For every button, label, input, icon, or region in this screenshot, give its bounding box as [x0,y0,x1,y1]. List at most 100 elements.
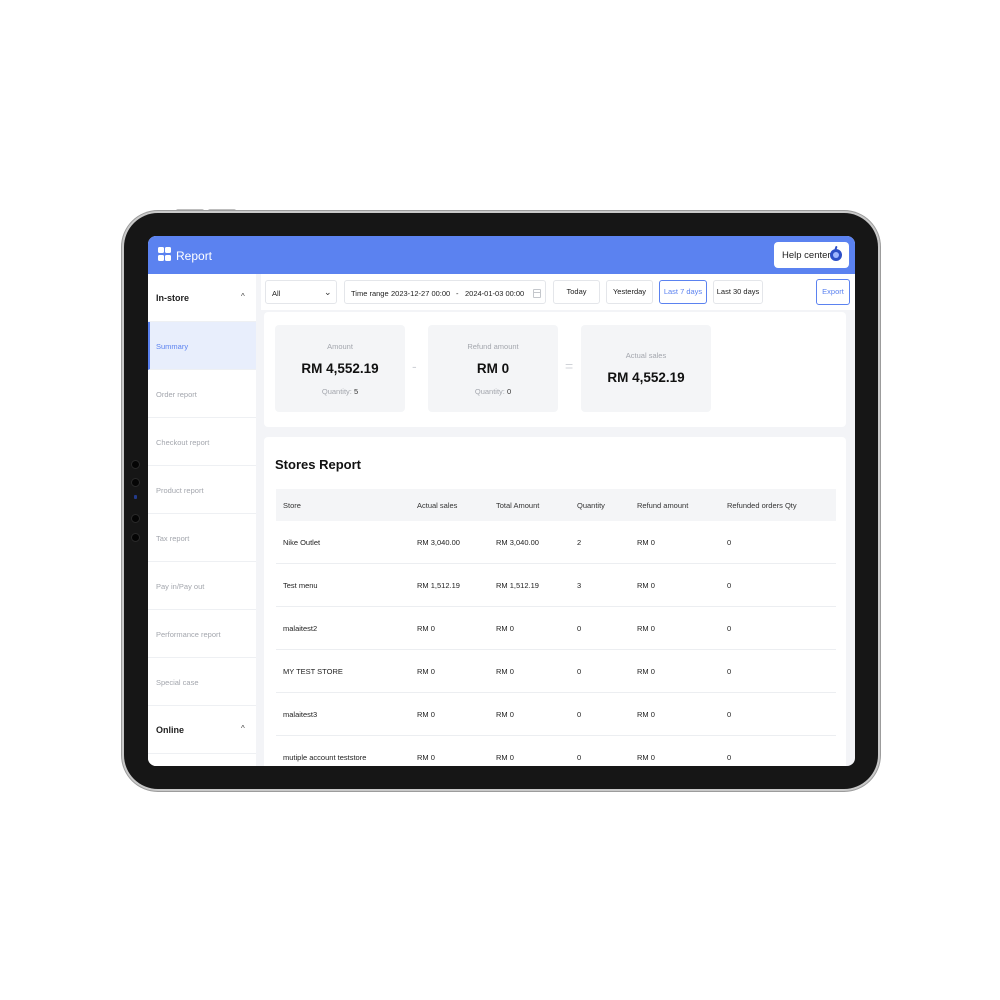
sidebar-item-label: Summary [156,342,189,351]
sidebar-item-label: Performance report [156,630,221,639]
summary-panel: Amount RM 4,552.19 Quantity: 5 - Refund … [264,312,846,427]
table-cell: 0 [727,624,732,633]
table-cell: 0 [727,667,732,676]
sidebar-item-label: Checkout report [156,438,210,447]
today-button[interactable]: Today [553,280,600,304]
sidebar-item-summary[interactable]: Summary [148,322,256,370]
actual-sales-card: Actual sales RM 4,552.19 [581,325,711,412]
table-row[interactable]: Nike Outlet RM 3,040.00 RM 3,040.00 2 RM… [276,521,836,564]
column-header: Refunded orders Qty [727,501,797,510]
camera-dot [131,533,140,542]
table-cell: 0 [577,667,582,676]
camera-dot [131,478,140,487]
amount-label: Amount [327,342,353,351]
table-cell: 0 [577,624,582,633]
store-select-value: All [272,289,281,298]
column-header: Quantity [577,501,605,510]
help-center-button[interactable]: Help center [774,242,849,268]
table-cell: RM 0 [496,753,514,762]
sidebar-item-label: Tax report [156,534,190,543]
sidebar-item-label: Special case [156,678,199,687]
page-title: Report [176,249,213,263]
table-cell: 0 [727,753,732,762]
table-cell: RM 1,512.19 [496,581,539,590]
amount-value: RM 4,552.19 [301,361,379,376]
sidebar-group-in-store[interactable]: In-store ^ [148,274,256,322]
column-header: Total Amount [496,501,540,510]
table-row[interactable]: MY TEST STORE RM 0 RM 0 0 RM 0 0 [276,650,836,693]
time-range-start: 2023-12-27 00:00 [391,289,451,298]
table-row[interactable]: mutiple account teststore RM 0 RM 0 0 RM… [276,736,836,766]
table-cell: RM 0 [496,667,514,676]
table-cell: RM 0 [637,753,655,762]
refund-card: Refund amount RM 0 Quantity: 0 [428,325,558,412]
table-cell: RM 0 [637,667,655,676]
quantity-label: Quantity: [474,387,505,396]
column-header: Actual sales [417,501,458,510]
last-7-days-button[interactable]: Last 7 days [659,280,707,304]
last-30-days-button[interactable]: Last 30 days [713,280,763,304]
sidebar-item-tax-report[interactable]: Tax report [148,514,256,562]
sidebar-item-order-report[interactable]: Order report [148,370,256,418]
table-cell: RM 0 [637,710,655,719]
stores-report-panel: Stores Report Store Actual sales Total A… [264,437,846,766]
sidebar-item-special-case[interactable]: Special case [148,658,256,706]
table-cell: 0 [727,581,732,590]
amount-quantity: Quantity: 5 [275,387,405,396]
table-cell: Test menu [283,581,318,590]
table-cell: Nike Outlet [283,538,321,547]
export-button[interactable]: Export [816,279,850,305]
column-header: Store [283,501,301,510]
table-header: Store Actual sales Total Amount Quantity… [276,489,836,521]
filter-bar: All ⌄ Time range 2023-12-27 00:00 - 2024… [261,274,855,310]
sidebar-item-label: Order report [156,390,197,399]
quantity-label: Quantity: [321,387,352,396]
time-range-separator: - [456,289,459,298]
sidebar-item-product-report[interactable]: Product report [148,466,256,514]
apps-grid-icon [158,247,171,261]
yesterday-button[interactable]: Yesterday [606,280,653,304]
sidebar-item-checkout-report[interactable]: Checkout report [148,418,256,466]
refund-value: RM 0 [476,361,510,376]
table-cell: 0 [727,538,732,547]
amount-card: Amount RM 4,552.19 Quantity: 5 [275,325,405,412]
actual-sales-value: RM 4,552.19 [607,370,685,385]
sidebar-item-pay-in-pay-out[interactable]: Pay in/Pay out [148,562,256,610]
table-cell: RM 0 [417,710,435,719]
table-row[interactable]: malaitest2 RM 0 RM 0 0 RM 0 0 [276,607,836,650]
column-header: Refund amount [637,501,689,510]
table-cell: malaitest2 [283,624,318,633]
table-cell: RM 0 [637,624,655,633]
quantity-value: 0 [506,387,512,396]
calendar-icon [533,289,541,298]
sidebar-item-label: Pay in/Pay out [156,582,205,591]
table-cell: malaitest3 [283,710,318,719]
table-cell: RM 1,512.19 [417,581,460,590]
table-cell: 0 [727,710,732,719]
refund-label: Refund amount [467,342,519,351]
table-cell: RM 0 [417,624,435,633]
store-select[interactable]: All ⌄ [265,280,337,304]
table-cell: RM 0 [417,753,435,762]
table-cell: 3 [577,581,582,590]
sidebar-group-online[interactable]: Online ^ [148,706,256,754]
table-cell: RM 0 [496,710,514,719]
sidebar-item-performance-report[interactable]: Performance report [148,610,256,658]
table-cell: RM 0 [417,667,435,676]
quantity-value: 5 [353,387,359,396]
refund-quantity: Quantity: 0 [428,387,558,396]
chevron-up-icon: ^ [241,292,245,301]
table-row[interactable]: malaitest3 RM 0 RM 0 0 RM 0 0 [276,693,836,736]
time-range-picker[interactable]: Time range 2023-12-27 00:00 - 2024-01-03… [344,280,546,304]
table-row[interactable]: Test menu RM 1,512.19 RM 1,512.19 3 RM 0… [276,564,836,607]
sidebar-group-label: Online [156,725,185,735]
table-cell: RM 3,040.00 [496,538,539,547]
table-cell: RM 0 [637,581,655,590]
camera-dot [131,460,140,469]
camera-dot [131,514,140,523]
camera-sensor [134,495,137,499]
table-cell: mutiple account teststore [283,753,367,762]
table-cell: RM 0 [637,538,655,547]
sidebar-item-label: Product report [156,486,204,495]
table-cell: 2 [577,538,582,547]
